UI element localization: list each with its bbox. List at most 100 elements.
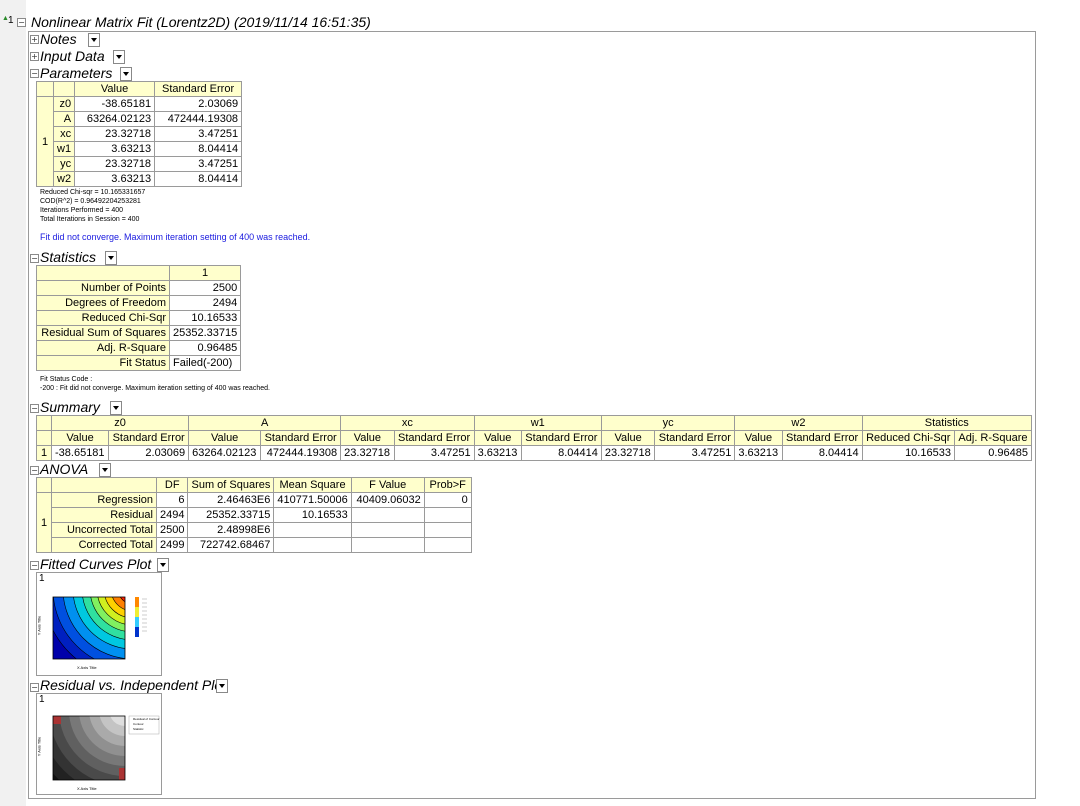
residual-y-axis-label: Y Axis Title xyxy=(36,736,42,757)
summary-cell: 10.16533 xyxy=(861,445,955,461)
param-name: w1 xyxy=(52,141,76,157)
collapse-statistics-icon[interactable]: − xyxy=(30,254,39,263)
stat-name: Residual Sum of Squares xyxy=(36,325,170,341)
anova-cell: 2499 xyxy=(155,537,189,553)
summary-group-header: w2 xyxy=(734,415,863,431)
fit-note: Iterations Performed = 400 xyxy=(40,207,124,214)
section-fitted-curves[interactable]: Fitted Curves Plot xyxy=(40,556,151,572)
residual-plot-graphic xyxy=(52,715,160,781)
anova-cell: 410771.50006 xyxy=(273,492,352,508)
col-header-se: Standard Error xyxy=(154,81,243,97)
stat-value: 2494 xyxy=(168,295,242,311)
anova-col-header: DF xyxy=(155,477,189,493)
collapse-anova-icon[interactable]: − xyxy=(30,466,39,475)
fitted-curves-plot[interactable]: 1 X Axis Title Y Axis Title xyxy=(36,572,162,676)
section-statistics[interactable]: Statistics xyxy=(40,249,96,265)
fit-note: Total Iterations in Session = 400 xyxy=(40,216,140,223)
collapse-summary-icon[interactable]: − xyxy=(30,404,39,413)
expand-input-data-icon[interactable]: + xyxy=(30,52,39,61)
anova-cell xyxy=(423,507,472,523)
collapse-fitted-curves-icon[interactable]: − xyxy=(30,561,39,570)
param-name: yc xyxy=(52,156,76,172)
expand-notes-icon[interactable]: + xyxy=(30,35,39,44)
contour-plot-graphic xyxy=(52,596,147,660)
stat-name: Degrees of Freedom xyxy=(36,295,170,311)
param-name: w2 xyxy=(52,171,76,187)
summary-dropdown[interactable] xyxy=(110,401,122,415)
summary-cell: 0.96485 xyxy=(953,445,1033,461)
fit-note: COD(R^2) = 0.96492204253281 xyxy=(40,198,141,205)
collapse-parameters-icon[interactable]: − xyxy=(30,69,39,78)
stat-value: Failed(-200) xyxy=(168,355,242,371)
anova-cell xyxy=(273,537,352,553)
summary-cell: 23.32718 xyxy=(340,445,395,461)
summary-cell: 63264.02123 xyxy=(188,445,262,461)
param-value: 3.63213 xyxy=(74,141,156,157)
convergence-warning: Fit did not converge. Maximum iteration … xyxy=(40,232,311,242)
parameters-dropdown[interactable] xyxy=(120,67,132,81)
row-group: 1 xyxy=(36,96,54,187)
section-anova[interactable]: ANOVA xyxy=(40,461,88,477)
stat-value: 10.16533 xyxy=(168,310,242,326)
section-notes[interactable]: Notes xyxy=(40,31,77,47)
section-residual-plot[interactable]: Residual vs. Independent Plot xyxy=(40,677,226,693)
summary-sub-header: Standard Error xyxy=(520,430,602,446)
node-index: 1 xyxy=(8,15,14,26)
param-name: A xyxy=(52,111,76,127)
summary-sub-header: Standard Error xyxy=(781,430,863,446)
fitted-curves-dropdown[interactable] xyxy=(157,558,169,572)
stat-value: 0.96485 xyxy=(168,340,242,356)
summary-cell: 2.03069 xyxy=(108,445,190,461)
fitted-y-axis-label: Y Axis Title xyxy=(36,615,42,636)
param-se: 3.47251 xyxy=(154,126,243,142)
collapse-report-icon[interactable]: − xyxy=(17,18,26,27)
stat-value: 2500 xyxy=(168,280,242,296)
anova-row-name: Corrected Total xyxy=(51,537,157,553)
residual-plot-dropdown[interactable] xyxy=(216,679,228,693)
fit-note: Reduced Chi-sqr = 10.165331657 xyxy=(40,189,146,196)
param-value: 23.32718 xyxy=(74,126,156,142)
col-header-value: Value xyxy=(74,81,156,97)
anova-col-header: Mean Square xyxy=(273,477,352,493)
summary-cell: 472444.19308 xyxy=(260,445,342,461)
summary-sub-header: Standard Error xyxy=(260,430,342,446)
residual-legend-item: Residual of Contour xyxy=(133,717,160,721)
anova-table: DF Sum of Squares Mean Square F Value Pr… xyxy=(36,477,472,553)
anova-row-name: Regression xyxy=(51,492,157,508)
section-parameters[interactable]: Parameters xyxy=(40,65,112,81)
statistics-dropdown[interactable] xyxy=(105,251,117,265)
fit-status-code-line: -200 : Fit did not converge. Maximum ite… xyxy=(40,385,270,392)
section-summary[interactable]: Summary xyxy=(40,399,100,415)
residual-x-axis-label: X Axis Title xyxy=(77,786,97,791)
collapse-residual-plot-icon[interactable]: − xyxy=(30,683,39,692)
anova-cell: 40409.06032 xyxy=(350,492,425,508)
notes-dropdown[interactable] xyxy=(88,33,100,47)
param-se: 8.04414 xyxy=(154,171,243,187)
summary-sub-header: Standard Error xyxy=(393,430,475,446)
anova-row-name: Residual xyxy=(51,507,157,523)
summary-sub-header: Adj. R-Square xyxy=(953,430,1033,446)
anova-dropdown[interactable] xyxy=(99,463,111,477)
summary-group-header: yc xyxy=(600,415,736,431)
left-gutter xyxy=(0,0,26,806)
param-se: 472444.19308 xyxy=(154,111,243,127)
summary-sub-header: Value xyxy=(734,430,783,446)
anova-col-header: Sum of Squares xyxy=(187,477,275,493)
summary-sub-header: Value xyxy=(340,430,395,446)
fitted-x-axis-label: X Axis Title xyxy=(77,665,97,670)
stat-name: Reduced Chi-Sqr xyxy=(36,310,170,326)
anova-cell: 10.16533 xyxy=(273,507,352,523)
anova-cell: 2.46463E6 xyxy=(187,492,275,508)
summary-cell: 23.32718 xyxy=(600,445,656,461)
anova-cell xyxy=(273,522,352,538)
param-name: xc xyxy=(52,126,76,142)
section-input-data[interactable]: Input Data xyxy=(40,48,105,64)
summary-sub-header: Standard Error xyxy=(654,430,736,446)
summary-sub-header: Standard Error xyxy=(108,430,190,446)
anova-cell: 2500 xyxy=(155,522,189,538)
anova-cell: 0 xyxy=(423,492,472,508)
summary-sub-header: Value xyxy=(473,430,522,446)
residual-plot[interactable]: 1 Residual of Contour Contour Statistic … xyxy=(36,693,162,795)
anova-cell: 2.48998E6 xyxy=(187,522,275,538)
input-data-dropdown[interactable] xyxy=(113,50,125,64)
